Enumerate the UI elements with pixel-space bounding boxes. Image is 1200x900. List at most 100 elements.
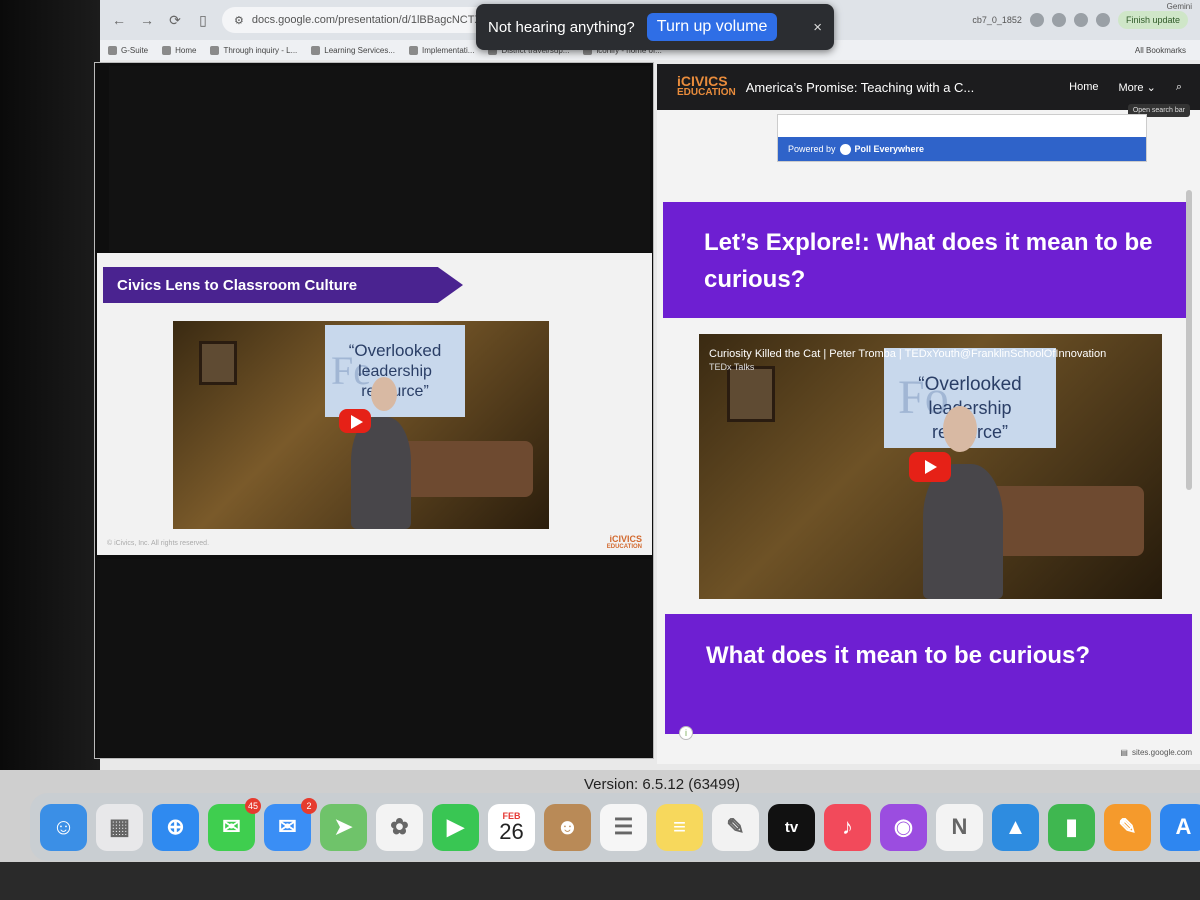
poll-brand-text: Poll Everywhere [854, 144, 925, 154]
bookmark-label: Implementati... [421, 45, 475, 55]
search-icon[interactable]: ⌕ [1176, 81, 1182, 94]
maps-glyph: ➤ [334, 814, 353, 839]
site-title[interactable]: America’s Promise: Teaching with a C... [746, 80, 975, 95]
dock-messages-icon[interactable]: ✉ 45 [208, 797, 261, 851]
dock-news-icon[interactable]: N [936, 803, 983, 851]
forward-icon[interactable]: → [138, 11, 156, 29]
profile-avatar[interactable] [1095, 13, 1110, 27]
reload-icon[interactable]: ⟳ [166, 11, 184, 29]
youtube-embed[interactable]: Fo “Overlooked leadership resource” Curi… [699, 334, 1162, 599]
video-channel[interactable]: TEDx Talks [709, 362, 754, 372]
extension-icon-2[interactable] [1051, 13, 1066, 27]
site-settings-icon[interactable]: ⚙ [234, 14, 244, 27]
bookmark-favicon-icon [108, 45, 117, 55]
notification-badge: 2 [301, 797, 317, 814]
slide-banner: Civics Lens to Classroom Culture [103, 267, 463, 303]
dock-reminders-icon[interactable]: ☰ [600, 803, 647, 851]
contacts-glyph: ☻ [555, 814, 580, 839]
screen-bezel [0, 0, 100, 770]
laptop-edge [0, 862, 1200, 900]
bookmark-favicon-icon [210, 45, 220, 55]
bookmark-item[interactable]: Learning Services... [311, 45, 395, 55]
extension-icon-3[interactable] [1073, 13, 1088, 27]
logo-bottom-text: EDUCATION [606, 544, 642, 550]
dock-safari-icon[interactable]: ⊕ [152, 803, 199, 851]
scrollbar[interactable] [1186, 190, 1192, 490]
video-screen-line1: “Overlooked [348, 341, 442, 360]
dock-launchpad-icon[interactable]: ▦ [96, 803, 143, 851]
dock-mail-icon[interactable]: ✉ 2 [264, 797, 317, 851]
bookmark-label: G-Suite [121, 45, 149, 55]
site-nav: Home More ⌄ ⌕ [1069, 81, 1200, 94]
bookmark-item[interactable]: G-Suite [108, 45, 149, 55]
logo-top-text: iCIVICS [609, 534, 642, 544]
chevron-down-icon: ⌄ [1146, 81, 1156, 94]
gemini-button[interactable]: Gemini [1167, 2, 1192, 11]
dock-keynote-icon[interactable]: ▲ [992, 803, 1039, 851]
dock-numbers-icon[interactable]: ▮ [1048, 803, 1095, 851]
app-store-glyph: A [1175, 814, 1192, 839]
poll-powered-bar: Powered by Poll Everywhere [778, 137, 1146, 161]
calendar-day: 26 [499, 819, 524, 844]
video-speaker-head [371, 377, 397, 411]
youtube-play-icon[interactable] [339, 409, 371, 433]
slide-copyright: © iCivics, Inc. All rights reserved. [107, 540, 210, 547]
dock-finder-icon[interactable]: ☺ [40, 803, 87, 851]
news-glyph: N [951, 814, 968, 839]
dock-facetime-icon[interactable]: ▶ [432, 803, 479, 851]
version-text: Version: 6.5.12 (63499) [584, 776, 740, 793]
bookmark-item[interactable]: Through inquiry - L... [210, 45, 298, 55]
site-logo[interactable]: iCIVICS EDUCATION [677, 74, 736, 99]
toolbar-right: cb7_0_1852 Finish update [972, 11, 1200, 29]
google-sites-icon: ▤ [1120, 748, 1128, 757]
bookmark-favicon-icon [311, 45, 321, 55]
video-area-top [109, 66, 650, 252]
dock-app-store-icon[interactable]: A [1160, 803, 1200, 851]
icivics-logo: iCIVICS EDUCATION [607, 535, 642, 551]
bookmark-label: Through inquiry - L... [223, 45, 298, 55]
dock-podcasts-icon[interactable]: ◉ [880, 803, 927, 851]
dock-photos-icon[interactable]: ✿ [376, 803, 423, 851]
dock-pages-icon[interactable]: ✎ [1104, 803, 1151, 851]
safari-glyph: ⊕ [166, 814, 185, 839]
podcasts-glyph: ◉ [893, 814, 914, 839]
notification-badge: 45 [244, 797, 261, 814]
site-host[interactable]: sites.google.com [1132, 748, 1192, 757]
url-tail-text: cb7_0_1852 [972, 15, 1022, 25]
tv-glyph: tv [784, 818, 799, 836]
video-speaker [923, 464, 1003, 599]
all-bookmarks-button[interactable]: All Bookmarks [1135, 46, 1200, 55]
video-title[interactable]: Curiosity Killed the Cat | Peter Tromba … [709, 348, 1106, 360]
bookmark-item[interactable]: Home [162, 45, 196, 55]
dock-maps-icon[interactable]: ➤ [320, 803, 367, 851]
nav-home[interactable]: Home [1069, 81, 1098, 93]
music-glyph: ♪ [842, 814, 853, 839]
bookmark-label: Learning Services... [324, 45, 395, 55]
back-icon[interactable]: ← [110, 11, 128, 29]
dock-music-icon[interactable]: ♪ [824, 803, 871, 851]
dock-freeform-icon[interactable]: ✎ [712, 803, 759, 851]
audio-toast: Not hearing anything? Turn up volume × [476, 4, 834, 50]
nav-more[interactable]: More ⌄ [1118, 81, 1155, 94]
dock-notes-icon[interactable]: ≡ [656, 803, 703, 851]
extension-icon[interactable] [1029, 13, 1044, 27]
turn-up-volume-button[interactable]: Turn up volume [646, 13, 778, 41]
info-icon[interactable]: i [679, 726, 693, 740]
site-header: iCIVICS EDUCATION America’s Promise: Tea… [657, 64, 1200, 110]
tab-icon[interactable]: ▯ [194, 11, 212, 29]
video-area-bottom [97, 559, 652, 757]
dock-calendar-icon[interactable]: FEB 26 [488, 803, 535, 851]
close-icon[interactable]: × [813, 19, 822, 36]
site-pane: iCIVICS EDUCATION America’s Promise: Tea… [657, 64, 1200, 764]
bookmark-item[interactable]: Implementati... [408, 45, 475, 55]
youtube-play-icon[interactable] [909, 452, 951, 482]
slide-video-embed[interactable]: Fe “Overlooked leadership resource” [173, 321, 549, 529]
heading-explore: Let’s Explore!: What does it mean to be … [663, 202, 1190, 318]
finish-update-button[interactable]: Finish update [1117, 11, 1188, 29]
dock-tv-icon[interactable]: tv [768, 803, 815, 851]
dock: ☺ ▦ ⊕ ✉ 45 ✉ 2 ➤ ✿ ▶ FEB 26 ☻ ☰ ≡ ✎ tv ♪ ◉ N ▲ ▮ ✎ A [30, 793, 1200, 861]
slides-pane: Civics Lens to Classroom Culture Fe “Ove… [94, 62, 654, 759]
poll-everywhere-embed[interactable]: Powered by Poll Everywhere [777, 114, 1147, 162]
launchpad-glyph: ▦ [109, 814, 130, 839]
dock-contacts-icon[interactable]: ☻ [544, 803, 591, 851]
